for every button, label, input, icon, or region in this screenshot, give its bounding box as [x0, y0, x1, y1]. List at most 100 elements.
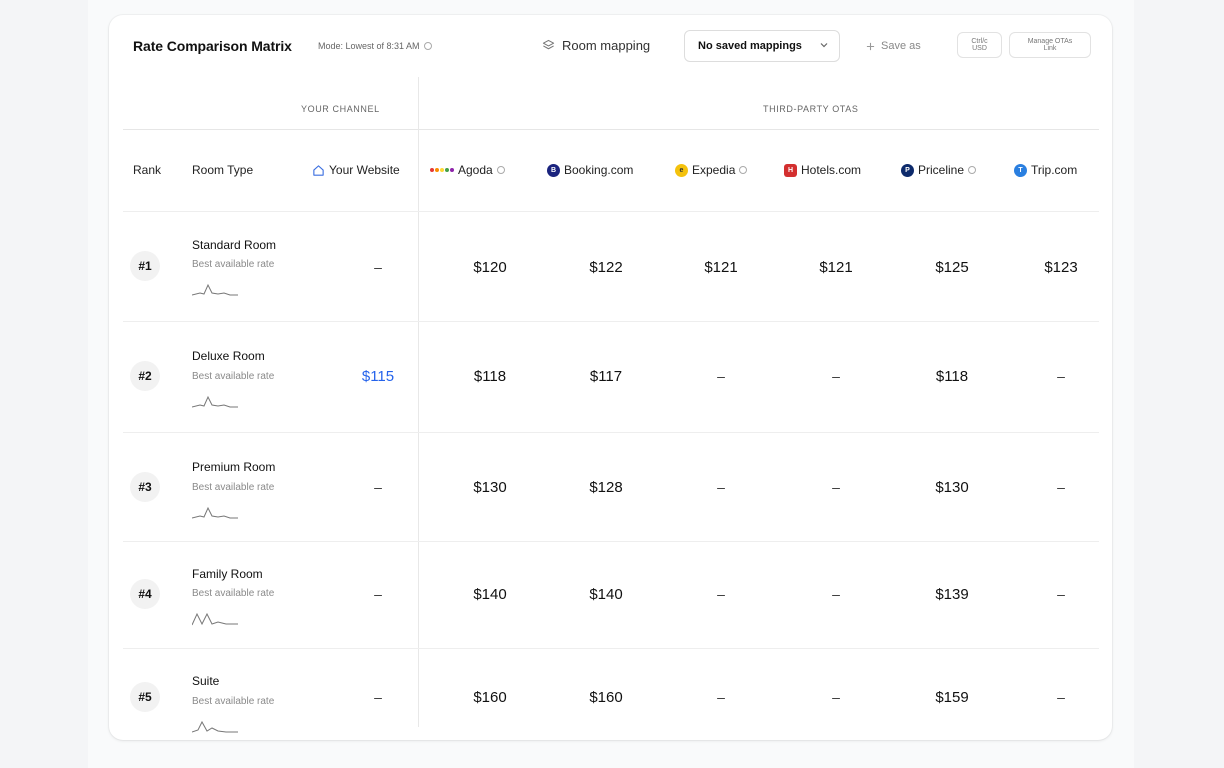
sparkline-icon	[192, 720, 238, 733]
header-rank: Rank	[133, 163, 162, 177]
expedia-logo-icon: e	[675, 163, 688, 177]
price-agoda: $118	[473, 368, 507, 385]
rank-badge: #3	[130, 472, 160, 502]
room-subtitle: Best available rate	[192, 482, 275, 493]
group-your-channel: YOUR CHANNEL	[301, 104, 380, 114]
rank-badge: #1	[130, 251, 160, 281]
price-booking: $140	[589, 586, 623, 603]
info-icon[interactable]	[423, 42, 432, 50]
ota-name: Expedia	[692, 163, 736, 177]
room-name: Premium Room	[192, 460, 276, 474]
sparkline-icon	[192, 506, 238, 519]
price-your-website: –	[374, 586, 382, 602]
room-name: Standard Room	[192, 238, 277, 252]
ota-name: Booking.com	[564, 163, 634, 177]
room-subtitle: Best available rate	[192, 588, 275, 599]
header-ota-booking[interactable]: B Booking.com	[547, 163, 633, 177]
header-ota-agoda[interactable]: Agoda	[430, 163, 505, 177]
price-expedia: $121	[704, 259, 738, 276]
room-mapping-label: Room mapping	[562, 38, 651, 53]
mode-text: Mode: Lowest of 8:31 AM	[318, 41, 420, 51]
rank-badge: #5	[130, 682, 160, 712]
toolbar: Rate Comparison Matrix Mode: Lowest of 8…	[109, 15, 1112, 77]
page-title: Rate Comparison Matrix	[133, 38, 292, 54]
ota-name: Hotels.com	[801, 163, 862, 177]
currency-button-label: Ctrl/c USD	[971, 38, 988, 52]
booking-logo-icon: B	[547, 163, 560, 177]
ota-name: Trip.com	[1031, 163, 1078, 177]
room-subtitle: Best available rate	[192, 696, 275, 707]
sparkline-icon	[192, 395, 238, 408]
room-name: Family Room	[192, 567, 263, 581]
table-row[interactable]: #2 Deluxe Room Best available rate $115 …	[123, 321, 1099, 433]
price-hotels: –	[832, 586, 840, 602]
price-booking: $128	[589, 479, 623, 496]
room-subtitle: Best available rate	[192, 371, 275, 382]
header-your-website[interactable]: Your Website	[312, 163, 400, 177]
your-website-label: Your Website	[329, 163, 400, 177]
header-ota-trip[interactable]: T Trip.com	[1014, 163, 1077, 177]
price-expedia: –	[717, 479, 725, 495]
price-hotels: $121	[819, 259, 853, 276]
info-icon[interactable]	[968, 166, 977, 174]
mapping-select-value: No saved mappings	[698, 40, 802, 52]
hotels-logo-icon: H	[784, 163, 797, 177]
price-your-website: $115	[361, 368, 395, 385]
group-third-party: THIRD-PARTY OTAS	[763, 104, 859, 114]
price-expedia: –	[717, 689, 725, 705]
price-priceline: $130	[935, 479, 969, 496]
price-priceline: $139	[935, 586, 969, 603]
currency-button[interactable]: Ctrl/c USD	[957, 32, 1002, 58]
save-as-label: Save as	[881, 40, 921, 52]
agoda-logo-icon	[430, 168, 454, 172]
room-mapping-button[interactable]: Room mapping	[542, 38, 650, 53]
price-your-website: –	[374, 259, 382, 275]
info-icon[interactable]	[496, 166, 505, 174]
price-your-website: –	[374, 479, 382, 495]
price-agoda: $120	[473, 259, 507, 276]
ota-name: Priceline	[918, 163, 965, 177]
save-as-button[interactable]: Save as	[866, 40, 921, 52]
room-name: Deluxe Room	[192, 349, 265, 363]
price-trip: –	[1057, 586, 1065, 602]
price-priceline: $125	[935, 259, 969, 276]
rank-badge: #4	[130, 579, 160, 609]
manage-otas-button[interactable]: Manage OTAs Link	[1009, 32, 1091, 58]
manage-otas-label: Manage OTAs Link	[1027, 38, 1073, 52]
room-subtitle: Best available rate	[192, 259, 275, 270]
price-expedia: –	[717, 368, 725, 384]
price-trip: $123	[1044, 259, 1078, 276]
header-ota-hotels[interactable]: H Hotels.com	[784, 163, 861, 177]
table-row[interactable]: #3 Premium Room Best available rate – $1…	[123, 432, 1099, 542]
price-agoda: $130	[473, 479, 507, 496]
rate-matrix-card: Rate Comparison Matrix Mode: Lowest of 8…	[109, 15, 1112, 740]
price-hotels: –	[832, 368, 840, 384]
sparkline-icon	[192, 612, 238, 626]
header-ota-priceline[interactable]: P Priceline	[901, 163, 977, 177]
price-hotels: –	[832, 689, 840, 705]
chevron-down-icon	[820, 43, 828, 48]
ota-name: Agoda	[458, 163, 493, 177]
room-name: Suite	[192, 674, 220, 688]
table-row[interactable]: #5 Suite Best available rate – $160 $160…	[123, 648, 1099, 740]
plus-icon	[866, 42, 875, 50]
price-booking: $122	[589, 259, 623, 276]
priceline-logo-icon: P	[901, 163, 914, 177]
info-icon[interactable]	[739, 166, 748, 174]
price-agoda: $160	[473, 689, 507, 706]
price-trip: –	[1057, 368, 1065, 384]
table-row[interactable]: #4 Family Room Best available rate – $14…	[123, 541, 1099, 649]
table-row[interactable]: #1 Standard Room Best available rate – $…	[123, 211, 1099, 322]
price-trip: –	[1057, 479, 1065, 495]
home-icon	[313, 164, 324, 176]
mode-indicator: Mode: Lowest of 8:31 AM	[318, 41, 432, 51]
price-priceline: $159	[935, 689, 969, 706]
mapping-select[interactable]: No saved mappings	[684, 30, 840, 62]
price-booking: $160	[589, 689, 623, 706]
header-room-type: Room Type	[192, 163, 254, 177]
price-your-website: –	[374, 689, 382, 705]
header-ota-expedia[interactable]: e Expedia	[675, 163, 748, 177]
trip-logo-icon: T	[1014, 163, 1027, 177]
price-hotels: –	[832, 479, 840, 495]
rank-badge: #2	[130, 361, 160, 391]
